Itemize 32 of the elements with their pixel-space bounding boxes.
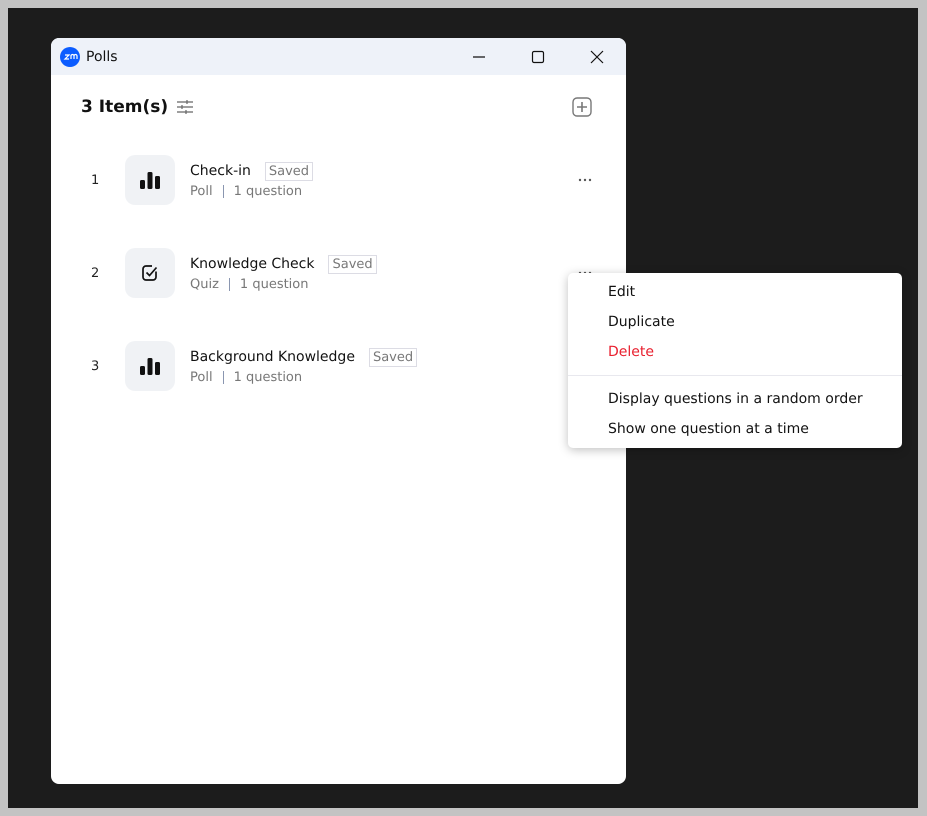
minimize-icon (472, 56, 486, 58)
menu-item[interactable]: Duplicate (568, 307, 902, 337)
question-count: 1 question (234, 184, 302, 198)
close-icon (590, 50, 604, 64)
filter-icon[interactable] (177, 100, 194, 114)
app-logo-icon (60, 46, 80, 66)
item-type: Poll (190, 184, 213, 198)
window-title: Polls (86, 48, 118, 64)
maximize-icon (530, 50, 544, 64)
item-type: Poll (190, 370, 213, 384)
item-number: 3 (90, 358, 100, 374)
checkbox-icon (141, 264, 159, 282)
item-number: 1 (90, 172, 100, 188)
question-count: 1 question (234, 370, 302, 384)
item-title[interactable]: Knowledge Check (190, 256, 314, 272)
menu-item[interactable]: Edit (568, 277, 902, 307)
item-title[interactable]: Check-in (190, 163, 251, 179)
menu-item[interactable]: Display questions in a random order (568, 384, 902, 414)
bar-chart-icon (140, 357, 160, 375)
status-badge: Saved (368, 348, 418, 366)
question-count: 1 question (240, 276, 308, 292)
add-icon[interactable] (572, 97, 592, 117)
bar-chart-icon (140, 171, 160, 189)
ellipsis-icon (578, 178, 592, 182)
menu-item[interactable]: Show one question at a time (568, 414, 902, 444)
status-badge: Saved (264, 162, 314, 180)
menu-item[interactable]: Delete (568, 337, 902, 367)
item-type: Quiz (190, 276, 219, 292)
item-title[interactable]: Background Knowledge (190, 349, 355, 365)
status-badge: Saved (328, 254, 377, 274)
item-number: 2 (90, 266, 100, 280)
item-count: 3 Item(s) (81, 97, 168, 117)
